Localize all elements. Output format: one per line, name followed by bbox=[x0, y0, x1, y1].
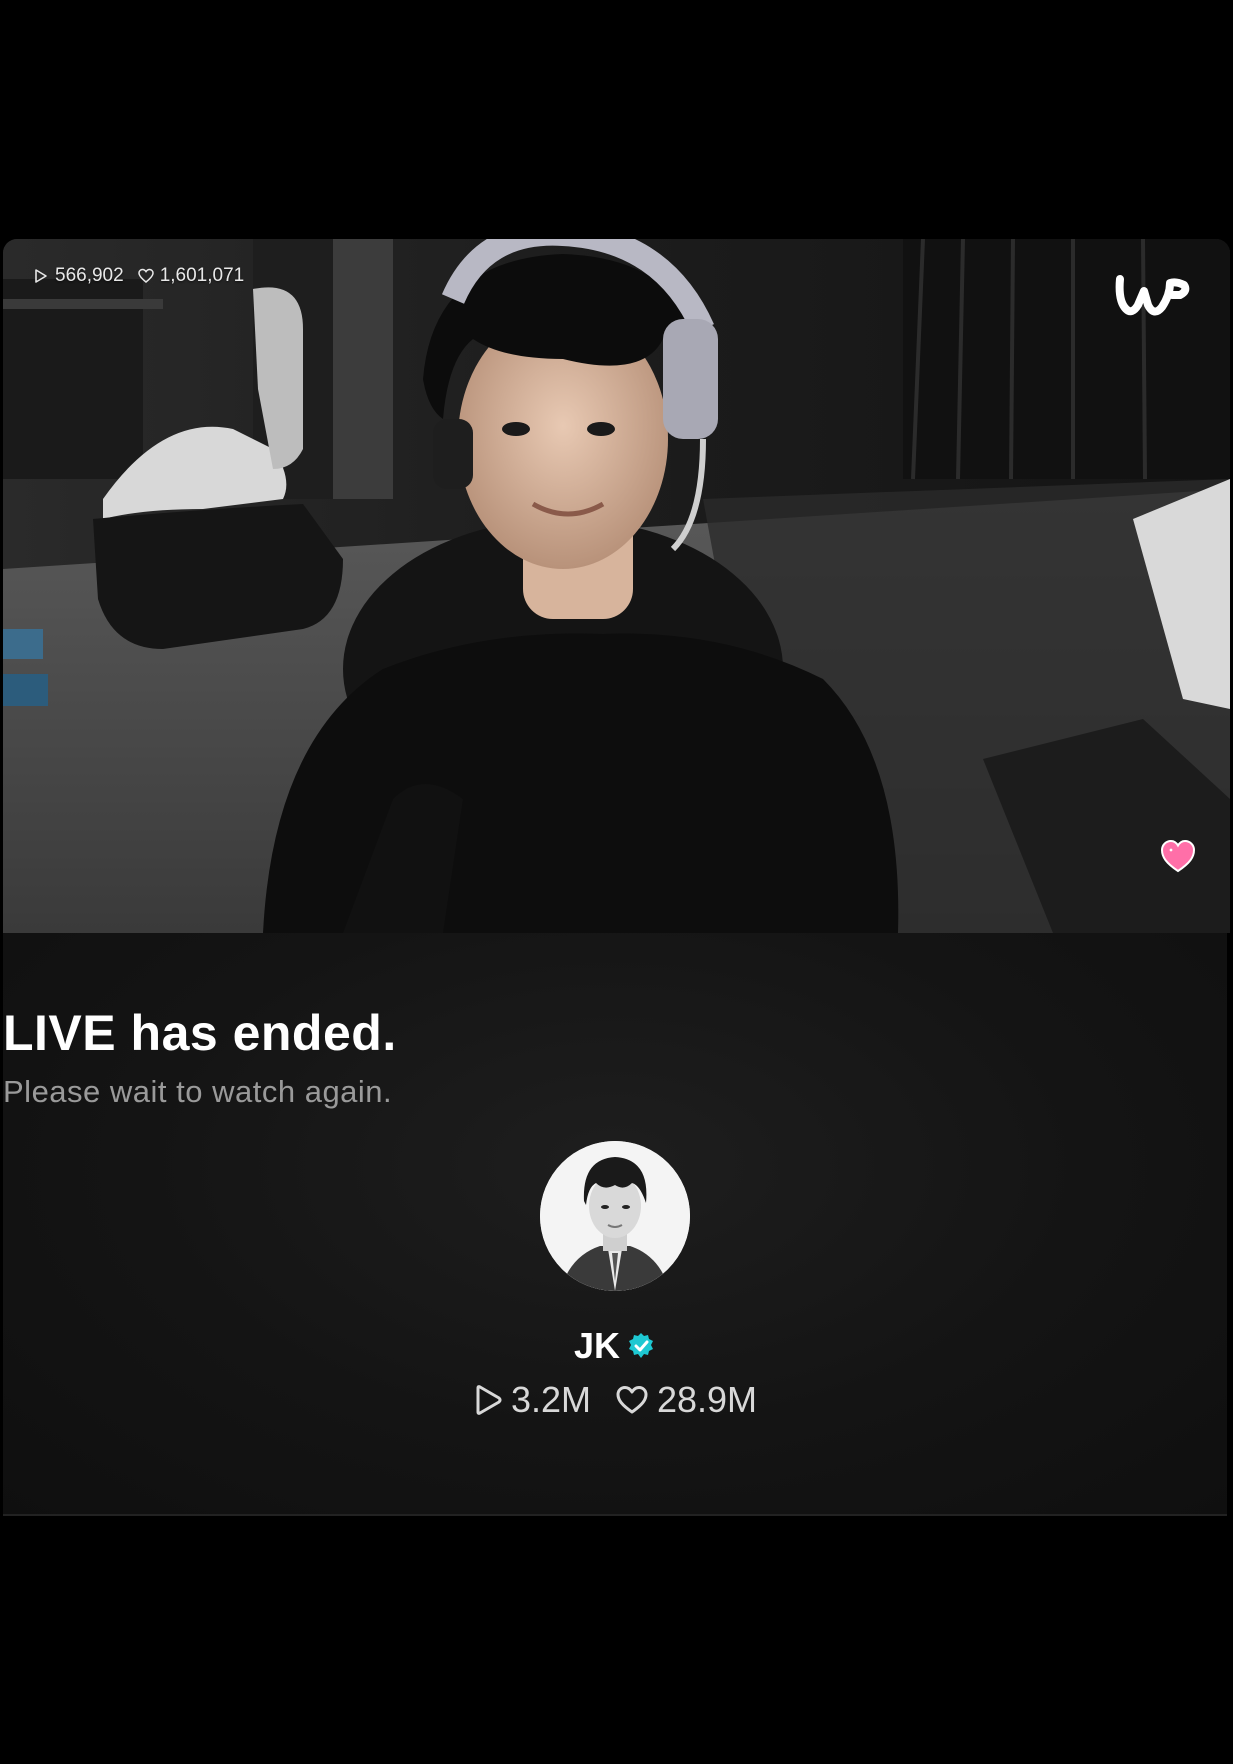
live-ended-subtitle: Please wait to watch again. bbox=[3, 1074, 393, 1109]
artist-likes-stat: 28.9M bbox=[615, 1379, 757, 1421]
live-likes-count: 1,601,071 bbox=[159, 265, 245, 286]
weverse-w-logo-icon bbox=[1115, 275, 1190, 316]
play-icon bbox=[35, 269, 47, 283]
artist-name-row[interactable]: JK bbox=[3, 1325, 1227, 1367]
artist-plays-stat: 3.2M bbox=[473, 1379, 591, 1421]
live-plays-count: 566,902 bbox=[55, 265, 124, 286]
heart-outline-icon bbox=[137, 268, 154, 283]
pink-heart-icon bbox=[1160, 839, 1196, 873]
live-ended-panel: LIVE has ended. Please wait to watch aga… bbox=[3, 933, 1227, 1516]
live-ended-title: LIVE has ended. bbox=[3, 1005, 397, 1061]
play-icon bbox=[476, 1385, 502, 1415]
artist-name: JK bbox=[573, 1325, 621, 1366]
artist-avatar[interactable] bbox=[540, 1141, 690, 1291]
artist-totals-row: 3.2M 28.9M bbox=[3, 1379, 1227, 1421]
video-still-image bbox=[3, 239, 1230, 933]
live-likes-stat: 1,601,071 bbox=[137, 265, 245, 287]
artist-plays-count: 3.2M bbox=[510, 1379, 591, 1420]
artist-likes-count: 28.9M bbox=[656, 1379, 758, 1420]
artist-portrait-image bbox=[540, 1141, 690, 1291]
live-video-frame[interactable]: 566,902 1,601,071 bbox=[3, 239, 1230, 933]
screen: 566,902 1,601,071 LIVE has ended. Please… bbox=[0, 0, 1233, 1764]
verified-badge-icon bbox=[629, 1333, 654, 1358]
live-plays-stat: 566,902 bbox=[33, 265, 124, 287]
heart-outline-icon bbox=[616, 1386, 648, 1414]
live-stats-overlay: 566,902 1,601,071 bbox=[33, 265, 258, 287]
